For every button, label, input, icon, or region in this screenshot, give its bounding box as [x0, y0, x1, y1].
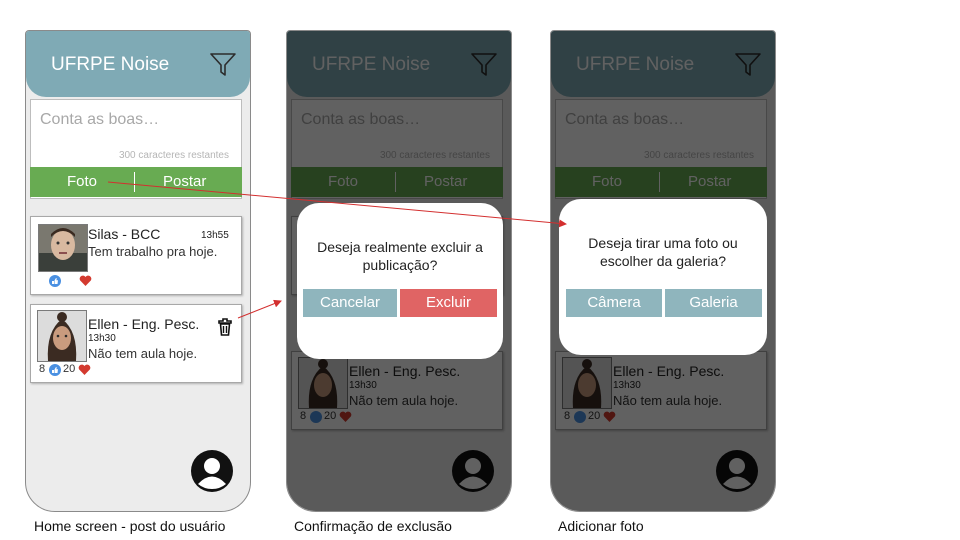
caption-photo: Adicionar foto — [558, 518, 644, 534]
arrow-photo-to-dialog — [107, 181, 567, 228]
caption-home: Home screen - post do usuário — [34, 518, 226, 534]
arrow-trash-to-dialog — [237, 299, 282, 319]
caption-delete: Confirmação de exclusão — [294, 518, 452, 534]
flow-arrows — [107, 181, 567, 319]
